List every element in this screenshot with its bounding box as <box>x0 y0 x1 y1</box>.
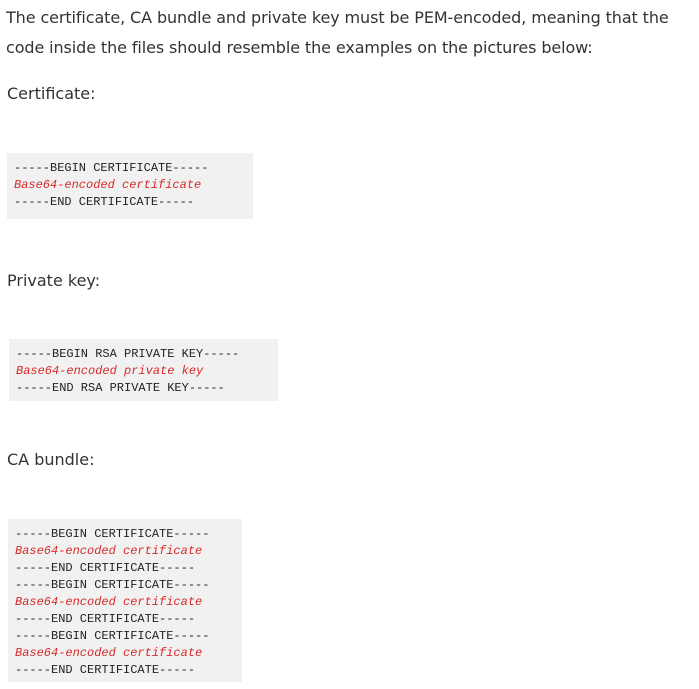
code-line: -----END CERTIFICATE----- <box>15 612 196 626</box>
code-line: -----BEGIN CERTIFICATE----- <box>15 629 210 643</box>
code-line: Base64-encoded certificate <box>15 595 203 609</box>
code-line: Base64-encoded certificate <box>14 178 202 192</box>
code-line: Base64-encoded certificate <box>15 544 203 558</box>
certificate-code-block: -----BEGIN CERTIFICATE----- Base64-encod… <box>7 153 253 219</box>
code-line: -----BEGIN CERTIFICATE----- <box>15 527 210 541</box>
code-line: -----END CERTIFICATE----- <box>15 561 196 575</box>
ca-bundle-code-block: -----BEGIN CERTIFICATE----- Base64-encod… <box>8 519 242 682</box>
code-line: -----BEGIN CERTIFICATE----- <box>15 578 210 592</box>
code-line: -----END CERTIFICATE----- <box>14 195 195 209</box>
code-line: -----BEGIN RSA PRIVATE KEY----- <box>16 347 240 361</box>
code-line: -----END CERTIFICATE----- <box>15 663 196 677</box>
code-line: Base64-encoded private key <box>16 364 204 378</box>
private-key-code-block: -----BEGIN RSA PRIVATE KEY----- Base64-e… <box>9 339 278 401</box>
code-line: -----END RSA PRIVATE KEY----- <box>16 381 225 395</box>
certificate-heading: Certificate: <box>7 84 96 103</box>
intro-paragraph: The certificate, CA bundle and private k… <box>6 8 669 57</box>
private-key-heading: Private key: <box>7 271 101 290</box>
ca-bundle-heading: CA bundle: <box>7 450 95 469</box>
code-line: -----BEGIN CERTIFICATE----- <box>14 161 209 175</box>
code-line: Base64-encoded certificate <box>15 646 203 660</box>
